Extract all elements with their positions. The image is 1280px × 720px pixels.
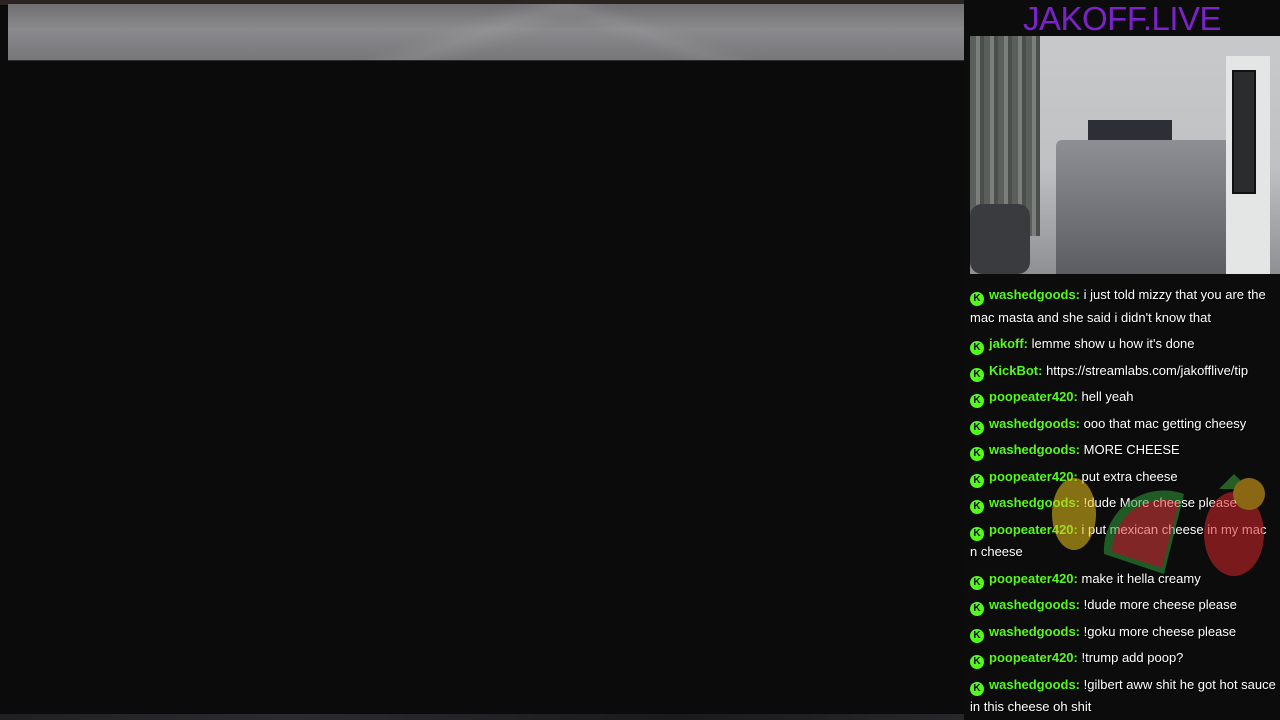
- chat-username[interactable]: poopeater420:: [989, 650, 1078, 665]
- kick-icon: K: [970, 681, 984, 696]
- bed: [1056, 140, 1236, 274]
- chat-message-text: !dude more cheese please: [1083, 597, 1237, 612]
- chat-message: K KickBot: https://streamlabs.com/jakoffl…: [970, 360, 1276, 383]
- chat-panel: Kwashedgoods: i just told mizzy that you…: [964, 284, 1280, 720]
- chat-username[interactable]: poopeater420:: [989, 469, 1078, 484]
- kick-icon: K: [970, 447, 984, 461]
- chat-message-text: make it hella creamy: [1081, 570, 1201, 586]
- chat-message-text: hell yeah: [1081, 389, 1134, 404]
- chat-username[interactable]: washedgoods:: [989, 287, 1080, 302]
- chat-username[interactable]: washedgoods:: [989, 495, 1080, 510]
- chat-username[interactable]: poopeater420:: [989, 522, 1078, 537]
- kick-icon: K: [970, 602, 984, 616]
- chat-message: Kwashedgoods: ooo that mac getting chees…: [970, 413, 1276, 436]
- chat-message-text: https://streamlabs.com/jakofflive/tip: [1046, 362, 1249, 378]
- kick-icon: K: [970, 292, 984, 306]
- webcam-feed: [970, 36, 1280, 274]
- chat-username[interactable]: jakoff:: [989, 336, 1028, 351]
- chat-username[interactable]: washedgoods:: [989, 416, 1080, 431]
- video-bottom-edge: [0, 714, 964, 720]
- chat-message-text: MORE CHEESE: [1083, 442, 1180, 457]
- kick-icon: K: [970, 575, 984, 590]
- chat-username[interactable]: KickBot:: [989, 363, 1042, 378]
- chat-message: Kpoopeater420: put extra cheese: [970, 466, 1276, 489]
- chat-username[interactable]: poopeater420:: [989, 571, 1078, 586]
- chat-message-text: lemme show u how it's done: [1031, 336, 1195, 351]
- kick-icon: K: [970, 655, 984, 669]
- chat-message-text: !dude More cheese please: [1083, 495, 1237, 510]
- kick-icon: K: [970, 394, 984, 408]
- chat-username[interactable]: poopeater420:: [989, 389, 1078, 404]
- chat-message: Kpoopeater420: !trump add poop?: [970, 647, 1276, 670]
- kick-icon: K: [970, 473, 984, 488]
- chat-message: Kpoopeater420: hell yeah: [970, 386, 1276, 409]
- chat-message: Kwashedgoods: i just told mizzy that you…: [970, 284, 1276, 329]
- kick-icon: K: [970, 526, 984, 541]
- kick-icon: K: [970, 420, 984, 435]
- chat-message: Kwashedgoods: !gilbert aww shit he got h…: [970, 674, 1276, 719]
- chat-username[interactable]: washedgoods:: [989, 442, 1080, 457]
- chat-username[interactable]: washedgoods:: [989, 677, 1080, 692]
- chat-message: Kjakoff: lemme show u how it's done: [970, 333, 1276, 356]
- chat-message: Kwashedgoods: !dude more cheese please: [970, 594, 1276, 617]
- kick-icon: K: [970, 341, 984, 355]
- mirror: [1232, 70, 1256, 194]
- chat-message: Kwashedgoods: !dude More cheese please: [970, 492, 1276, 515]
- chat-message: Kpoopeater420: make it hella creamy: [970, 568, 1276, 591]
- chat-message-text: put extra cheese: [1081, 468, 1178, 484]
- chat-message-text: !trump add poop?: [1081, 650, 1184, 665]
- chat-message: Kwashedgoods: MORE CHEESE: [970, 439, 1276, 462]
- chat-username[interactable]: washedgoods:: [989, 597, 1080, 612]
- kick-icon: K: [970, 628, 984, 643]
- chat-message: Kpoopeater420: i put mexican cheese in m…: [970, 519, 1276, 564]
- main-stream-video: [0, 0, 964, 720]
- chat-username[interactable]: washedgoods:: [989, 624, 1080, 639]
- brand-title: JAKOFF.LIVE: [1022, 0, 1222, 37]
- chat-message-text: !goku more cheese please: [1083, 623, 1237, 639]
- ceiling-view: [8, 4, 964, 61]
- kick-icon: K: [970, 500, 984, 514]
- kick-icon: K: [970, 367, 984, 382]
- chat-message: Kwashedgoods: !goku more cheese please: [970, 621, 1276, 644]
- chair: [970, 204, 1030, 274]
- stream-overlay-panel: JAKOFF.LIVE Kwashedgoods: i just told mi…: [964, 0, 1280, 720]
- chat-message-text: ooo that mac getting cheesy: [1083, 415, 1247, 431]
